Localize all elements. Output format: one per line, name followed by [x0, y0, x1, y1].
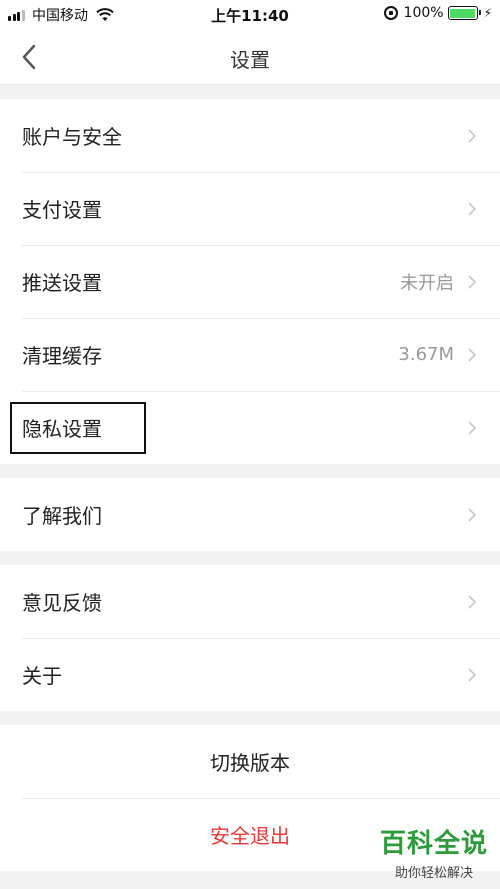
row-about[interactable]: 关于 — [0, 638, 500, 711]
row-label: 意见反馈 — [22, 591, 102, 615]
watermark-main: 百科全说 — [379, 829, 488, 859]
row-label: 推送设置 — [22, 271, 102, 295]
row-label: 支付设置 — [22, 198, 102, 222]
chevron-right-icon — [466, 346, 478, 364]
row-label: 关于 — [22, 664, 62, 688]
status-right: 100% ⚡ — [383, 5, 492, 21]
highlight-box — [10, 402, 146, 454]
row-about-us[interactable]: 了解我们 — [0, 478, 500, 551]
switch-version-button[interactable]: 切换版本 — [0, 725, 500, 798]
charging-icon: ⚡ — [483, 6, 492, 20]
row-clear-cache[interactable]: 清理缓存 3.67M — [0, 318, 500, 391]
orientation-lock-icon — [383, 6, 398, 20]
page-title: 设置 — [230, 48, 270, 72]
nav-bar: 设置 — [0, 28, 500, 85]
row-value: 未开启 — [400, 272, 454, 294]
logout-label: 安全退出 — [210, 824, 290, 848]
watermark-sub: 助你轻松解决 — [394, 866, 473, 881]
row-payment-settings[interactable]: 支付设置 — [0, 172, 500, 245]
row-label: 清理缓存 — [22, 344, 102, 368]
settings-group-feedback: 意见反馈 关于 — [0, 565, 500, 711]
battery-icon — [447, 6, 481, 20]
row-push-settings[interactable]: 推送设置 未开启 — [0, 245, 500, 318]
row-label: 账户与安全 — [22, 125, 122, 149]
switch-version-label: 切换版本 — [210, 751, 290, 775]
row-label: 了解我们 — [22, 504, 102, 528]
row-account-security[interactable]: 账户与安全 — [0, 99, 500, 172]
chevron-right-icon — [466, 419, 478, 437]
battery-percent: 100% — [403, 5, 444, 21]
chevron-right-icon — [466, 200, 478, 218]
chevron-right-icon — [466, 666, 478, 684]
row-feedback[interactable]: 意见反馈 — [0, 565, 500, 638]
chevron-right-icon — [466, 593, 478, 611]
watermark-logo: 百科全说 助你轻松解决 — [380, 823, 488, 881]
settings-group-about-us: 了解我们 — [0, 478, 500, 551]
chevron-right-icon — [466, 273, 478, 291]
status-bar: 中国移动 上午11:40 100% ⚡ — [0, 0, 500, 28]
chevron-right-icon — [466, 506, 478, 524]
chevron-right-icon — [466, 127, 478, 145]
row-value: 3.67M — [398, 344, 454, 365]
